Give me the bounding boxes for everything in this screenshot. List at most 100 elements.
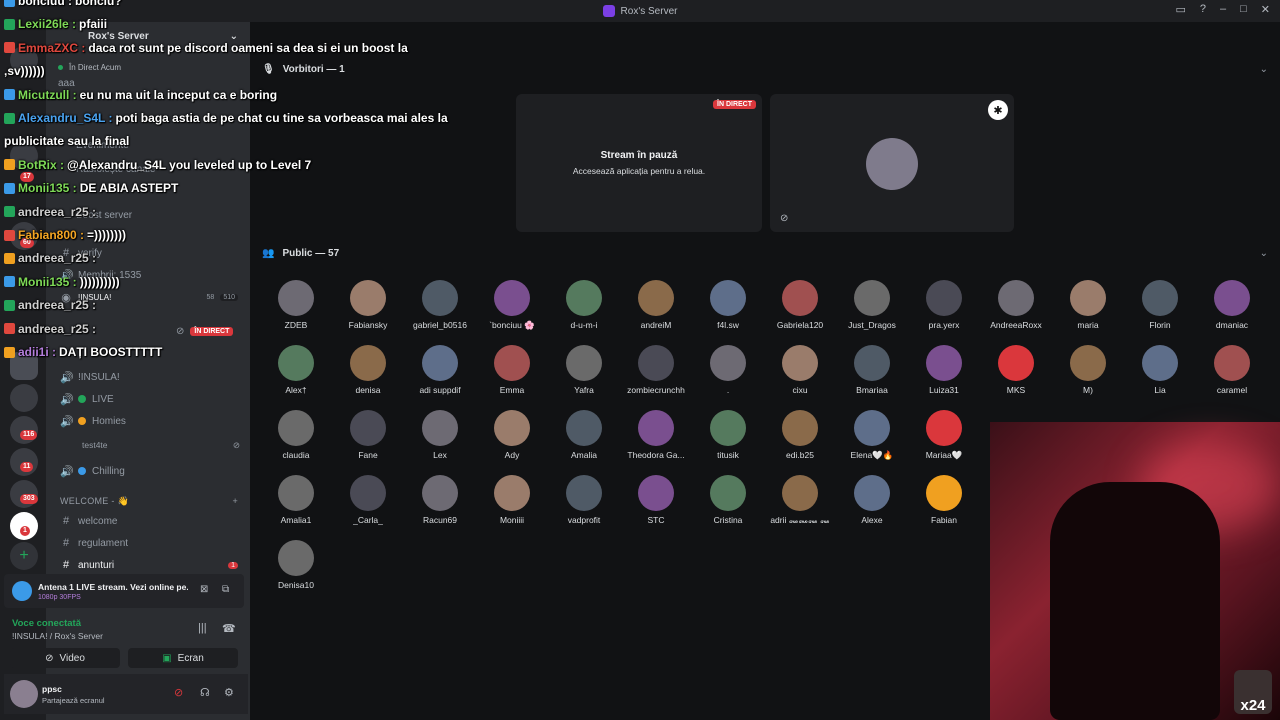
audience-member[interactable]: Ady [476,410,548,460]
audience-member[interactable]: . [692,345,764,395]
mute-icon: ⊘ [232,439,240,450]
mute-icon: ⊘ [780,213,789,224]
audience-member[interactable]: vadprofit [548,475,620,525]
audience-member[interactable]: denisa [332,345,404,395]
audience-member[interactable]: gabriel_b0516 [404,280,476,330]
audience-member[interactable]: Luiza31 [908,345,980,395]
audience-member[interactable]: adi suppdif [404,345,476,395]
stream-tile[interactable]: ÎN DIRECT Stream în pauză Accesează apli… [516,94,762,232]
screen-button[interactable]: ▣ Ecran [128,648,238,668]
close-icon[interactable]: ✕ [1261,3,1270,16]
activity-card[interactable]: Antena 1 LIVE stream. Vezi online pe... … [4,574,244,608]
speaker-icon: 🔊 [60,371,74,384]
audience-member[interactable]: adrii ꘏꘏꘏ ꘏ [764,475,836,526]
audience-member[interactable]: Lia [1124,345,1196,395]
audience-member[interactable]: M) [1052,345,1124,395]
audience-member[interactable]: Emma [476,345,548,395]
audience-member[interactable]: STC [620,475,692,525]
audience-member[interactable]: Just_Dragos [836,280,908,330]
server-badge: 11 [20,462,34,472]
voice-location[interactable]: !INSULA! / Rox's Server [12,631,103,641]
audience-member[interactable]: MKS [980,345,1052,395]
server-icon[interactable] [10,384,38,412]
audience-member[interactable]: caramel [1196,345,1268,395]
audience-member[interactable]: maria [1052,280,1124,330]
disconnect-icon[interactable]: ☎ [222,622,236,635]
speakers-header[interactable]: 🎙 Vorbitori — 1 [262,64,345,75]
audience-member[interactable]: Alex† [260,345,332,395]
avatar [710,410,746,446]
audience-member[interactable]: _Carla_ [332,475,404,525]
inbox-icon[interactable]: ▭ [1175,3,1185,16]
close-stream-icon[interactable]: ⊠ [200,584,208,595]
audience-member[interactable]: AndreeaRoxx [980,280,1052,330]
chat-badge-icon [4,323,15,335]
text-channel-welcome[interactable]: # welcome [60,512,118,530]
audience-member[interactable]: Moniiii [476,475,548,525]
audience-member[interactable]: `bonciuu 🌸 [476,280,548,331]
settings-icon[interactable]: ✱ [988,100,1008,120]
audience-member[interactable]: pra.yerx [908,280,980,330]
audience-member[interactable]: Fabian [908,475,980,525]
audience-member[interactable]: Mariaa🤍 [908,410,980,461]
audience-member[interactable]: Denisa10 [260,540,332,590]
audience-member[interactable]: edi.b25 [764,410,836,460]
member-name: `bonciuu 🌸 [489,320,535,330]
video-button[interactable]: ⊘ Video [10,648,120,668]
audience-member[interactable]: Theodora Ga... [620,410,692,460]
add-server-icon[interactable]: + [10,542,38,570]
chat-username: Fabian800 : [18,228,85,242]
speaker-tile[interactable]: ✱ ⊘ [770,94,1014,232]
audience-member[interactable]: zombiecrunchh [620,345,692,395]
chevron-down-icon[interactable]: ⌄ [1260,248,1268,259]
category-welcome[interactable]: WELCOME - 👋 + [60,496,238,507]
audience-member[interactable]: f4l.sw [692,280,764,330]
public-header[interactable]: 👥 Public — 57 [262,248,339,259]
avatar [350,345,386,381]
mic-muted-icon[interactable]: ⊘ [174,686,183,699]
audience-member[interactable]: Amalia [548,410,620,460]
audience-member[interactable]: dmaniac [1196,280,1268,330]
audience-member[interactable]: Florin [1124,280,1196,330]
audience-member[interactable]: andreiM [620,280,692,330]
window-controls: ▭ ? – □ ✕ [1175,3,1270,16]
voice-channel-insula[interactable]: 🔊 !INSULA! [60,368,120,386]
activity-icon [12,581,32,601]
audience-member[interactable]: titusik [692,410,764,460]
audience-member[interactable]: cixu [764,345,836,395]
audience-member[interactable]: d-u-m-i [548,280,620,330]
headphones-icon[interactable]: ☊ [200,686,210,699]
audience-member[interactable]: Cristina [692,475,764,525]
add-channel-icon[interactable]: + [232,496,238,507]
chevron-down-icon[interactable]: ⌄ [1260,64,1268,75]
audience-member[interactable]: Lex [404,410,476,460]
audience-member[interactable]: Yafra [548,345,620,395]
audience-member[interactable]: Racun69 [404,475,476,525]
audience-member[interactable]: Bmariaa [836,345,908,395]
voice-channel-live[interactable]: 🔊 LIVE [60,390,114,408]
member-name: claudia [282,450,310,460]
audience-member[interactable]: Fabiansky [332,280,404,330]
avatar [566,475,602,511]
gear-icon[interactable]: ⚙ [224,686,234,699]
audience-member[interactable]: Amalia1 [260,475,332,525]
audience-member[interactable]: claudia [260,410,332,460]
text-channel-anunturi[interactable]: # anunturi 1 [60,556,238,574]
audience-member[interactable]: Elena🤍🔥 [836,410,908,461]
avatar[interactable] [10,680,38,708]
help-icon[interactable]: ? [1200,3,1206,16]
voice-channel-chilling[interactable]: 🔊 Chilling [60,462,125,480]
popout-icon[interactable]: ⧉ [222,584,229,595]
voice-member[interactable]: test4te ⊘ [82,436,240,454]
text-channel-regulament[interactable]: # regulament [60,534,128,552]
audience-member[interactable]: Fane [332,410,404,460]
maximize-icon[interactable]: □ [1240,3,1247,16]
chat-username: Alexandru_S4L : [18,111,113,125]
audience-member[interactable]: Gabriela120 [764,280,836,330]
member-name: Bmariaa [856,385,888,395]
audience-member[interactable]: Alexe [836,475,908,525]
audience-member[interactable]: ZDEB [260,280,332,330]
voice-channel-homies[interactable]: 🔊 Homies [60,412,126,430]
noise-suppression-icon[interactable]: ||| [198,622,207,634]
minimize-icon[interactable]: – [1220,3,1226,16]
